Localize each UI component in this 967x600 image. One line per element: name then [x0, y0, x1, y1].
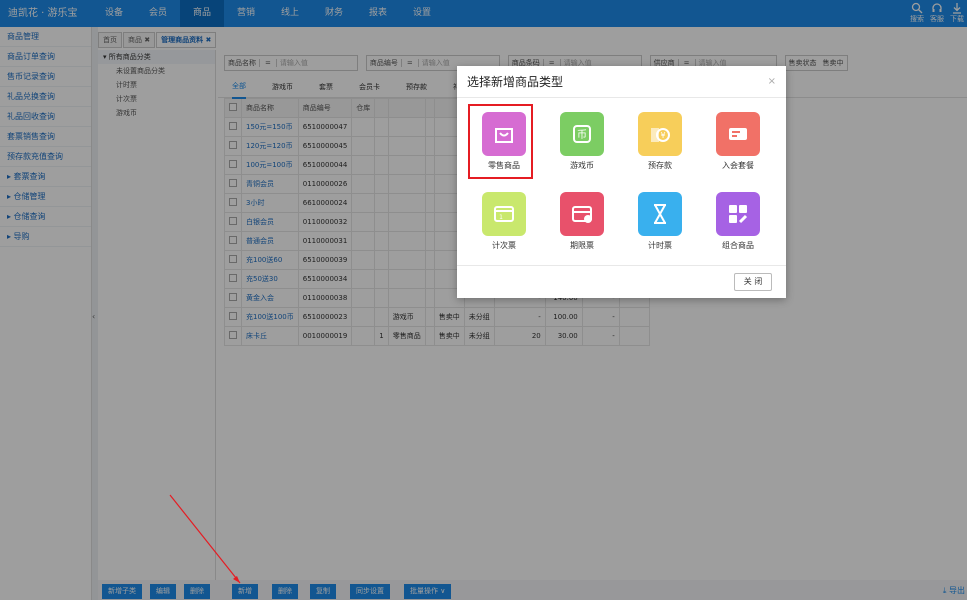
annotation-arrow	[169, 494, 241, 584]
